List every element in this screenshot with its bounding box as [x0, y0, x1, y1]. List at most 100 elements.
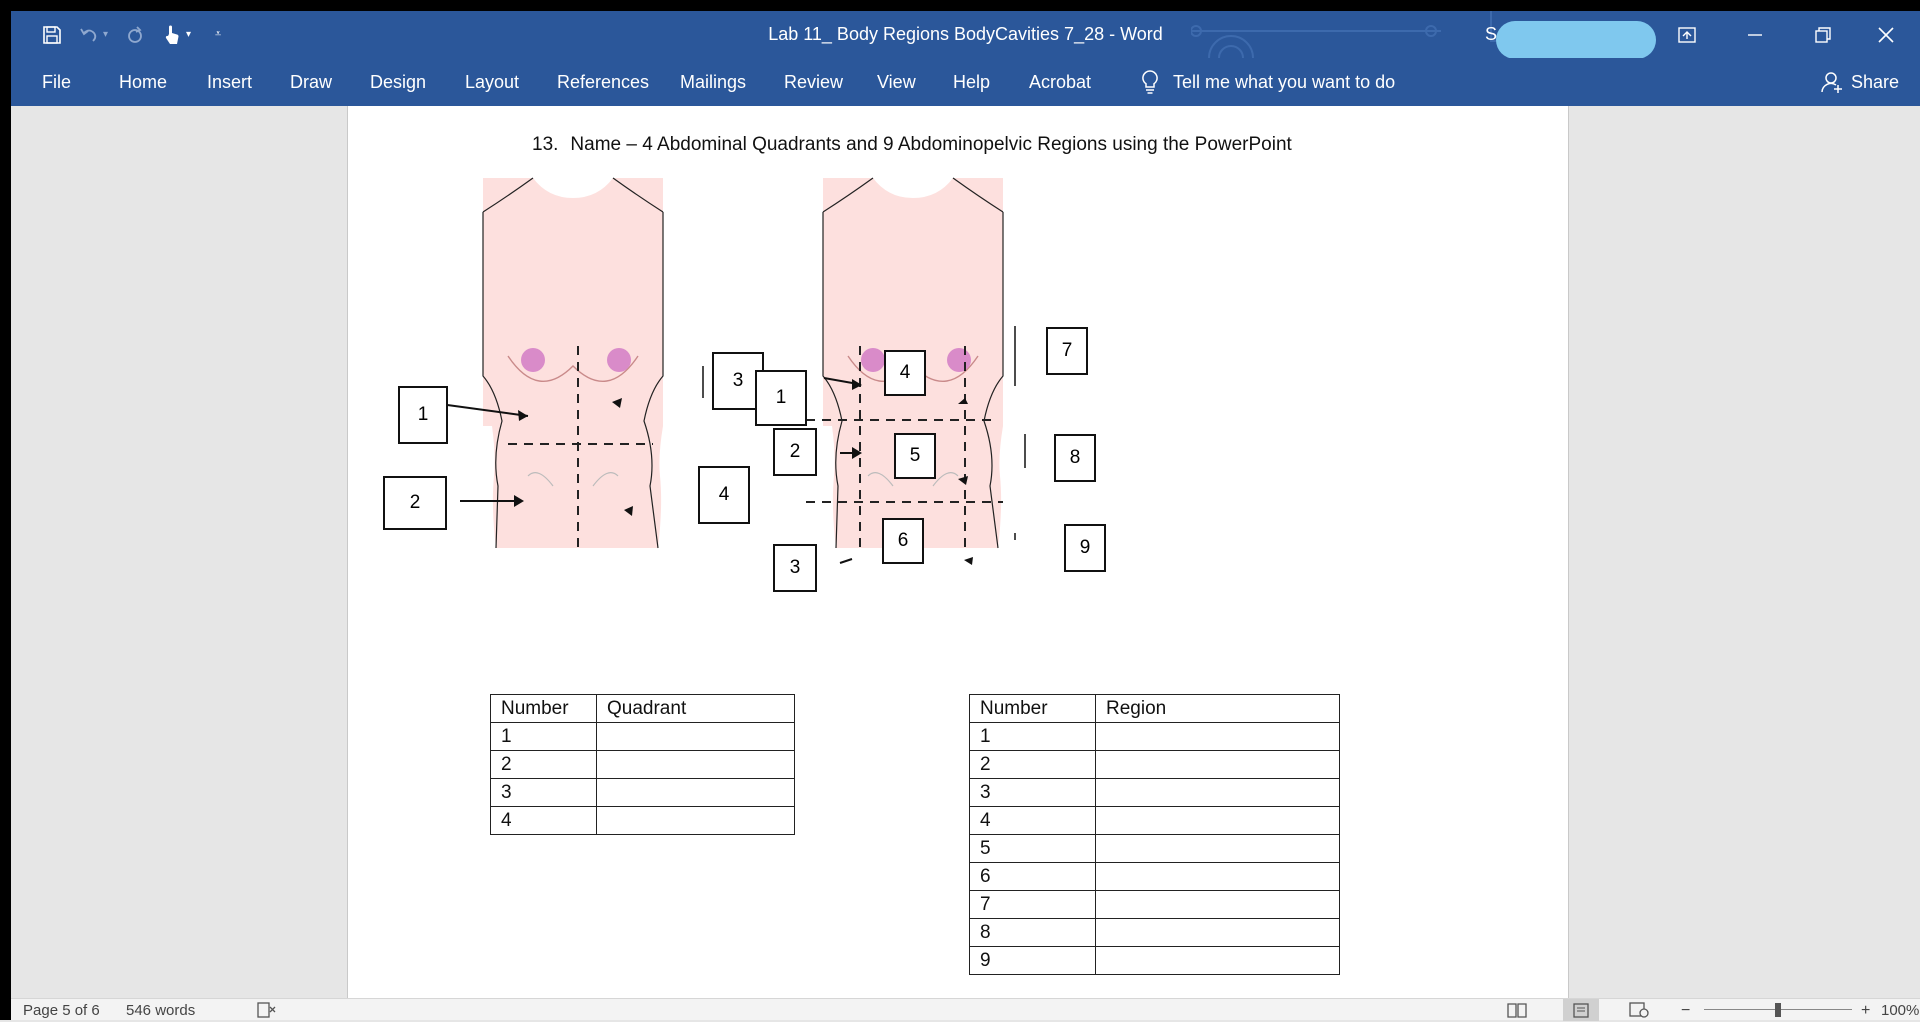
proofing-icon[interactable]	[257, 1002, 277, 1022]
table-cell-answer[interactable]	[1095, 918, 1340, 947]
tell-me-text: Tell me what you want to do	[1173, 71, 1396, 92]
table-cell-answer[interactable]	[596, 806, 795, 835]
table-row: 2	[969, 750, 1340, 779]
page-count[interactable]: Page 5 of 6	[23, 1002, 100, 1019]
close-button[interactable]	[1855, 11, 1917, 58]
account-avatar[interactable]	[1496, 21, 1656, 59]
zoom-out-button[interactable]: −	[1681, 1002, 1690, 1020]
customize-dropdown-icon: ⩡	[214, 28, 222, 40]
table-cell-number: 4	[969, 806, 1096, 835]
tab-mailings[interactable]: Mailings	[680, 58, 746, 106]
regions-diagram	[806, 177, 1026, 565]
table-cell-number: 5	[969, 834, 1096, 863]
table-cell-answer[interactable]	[1095, 778, 1340, 807]
table-cell-answer[interactable]	[1095, 806, 1340, 835]
table-row: 3	[969, 778, 1340, 807]
hand-pointer-icon	[165, 25, 179, 44]
tab-references[interactable]: References	[557, 58, 649, 106]
table-row: 3	[490, 778, 795, 807]
tab-draw[interactable]: Draw	[290, 58, 332, 106]
torso-quadrants	[482, 177, 664, 549]
zoom-level[interactable]: 100%	[1881, 1002, 1919, 1019]
undo-button[interactable]: ▾	[79, 20, 108, 50]
title-bar: ▾ ▾ ⩡ S Lab 11_ Body Regions BodyCavitie…	[11, 11, 1920, 59]
tab-view[interactable]: View	[877, 58, 916, 106]
zoom-slider-thumb[interactable]	[1775, 1003, 1781, 1017]
save-icon	[43, 25, 61, 44]
save-button[interactable]	[39, 20, 65, 50]
account-name[interactable]: S	[1485, 11, 1497, 58]
print-layout-icon	[1573, 1003, 1589, 1018]
table-row: 6	[969, 862, 1340, 891]
question-heading: 13. Name – 4 Abdominal Quadrants and 9 Ab…	[532, 134, 1292, 156]
screen-border-top	[0, 0, 1920, 11]
table-cell-answer[interactable]	[1095, 750, 1340, 779]
redo-icon	[128, 25, 142, 43]
region-label-5: 5	[894, 433, 936, 479]
document-page[interactable]: 13. Name – 4 Abdominal Quadrants and 9 Ab…	[347, 106, 1569, 998]
table-row: 4	[969, 806, 1340, 835]
share-label: Share	[1851, 71, 1900, 92]
web-layout-button[interactable]	[1629, 1002, 1649, 1022]
region-label-1: 1	[755, 370, 807, 426]
tab-insert[interactable]: Insert	[207, 58, 252, 106]
table-cell-answer[interactable]	[1095, 834, 1340, 863]
touch-mode-dropdown-icon[interactable]: ▾	[186, 29, 191, 40]
table-cell-answer[interactable]	[596, 722, 795, 751]
word-count[interactable]: 546 words	[126, 1002, 195, 1019]
web-layout-icon	[1629, 1002, 1649, 1018]
close-icon	[1878, 26, 1894, 43]
customize-toolbar-button[interactable]: ⩡	[205, 20, 231, 50]
tab-acrobat[interactable]: Acrobat	[1029, 58, 1091, 106]
proofing-glyph	[257, 1002, 276, 1018]
region-label-4: 4	[884, 350, 926, 396]
table-cell-answer[interactable]	[1095, 946, 1340, 975]
question-text: Name – 4 Abdominal Quadrants and 9 Abdom…	[570, 134, 1292, 155]
tab-home[interactable]: Home	[119, 58, 167, 106]
restore-button[interactable]	[1789, 11, 1857, 58]
tab-review[interactable]: Review	[784, 58, 843, 106]
share-button[interactable]: Share	[1821, 58, 1899, 106]
region-label-3: 3	[773, 544, 817, 592]
ribbon-display-icon	[1678, 26, 1696, 43]
quadrant-label-4: 4	[698, 466, 750, 524]
region-table: Number Region 1 2 3 4 5 6 7 8 9	[969, 694, 1340, 975]
redo-button[interactable]	[122, 20, 148, 50]
lightbulb-icon	[1142, 70, 1158, 94]
zoom-in-button[interactable]: +	[1861, 1002, 1870, 1020]
read-mode-icon	[1507, 1003, 1527, 1018]
table-header-number: Number	[490, 694, 597, 723]
undo-dropdown-icon[interactable]: ▾	[103, 29, 108, 40]
tab-layout[interactable]: Layout	[465, 58, 519, 106]
region-label-6: 6	[882, 518, 924, 564]
table-cell-answer[interactable]	[1095, 862, 1340, 891]
table-header-number: Number	[969, 694, 1096, 723]
table-header-row: Number Quadrant	[490, 694, 795, 723]
tab-help[interactable]: Help	[953, 58, 990, 106]
touch-mode-button[interactable]: ▾	[162, 20, 191, 50]
table-cell-answer[interactable]	[1095, 722, 1340, 751]
table-cell-number: 3	[969, 778, 1096, 807]
table-cell-number: 8	[969, 918, 1096, 947]
table-row: 8	[969, 918, 1340, 947]
abdominal-quadrants-figure: 1 2 3 4	[383, 176, 768, 566]
tell-me-search[interactable]: Tell me what you want to do	[1141, 58, 1395, 106]
tab-file[interactable]: File	[42, 58, 71, 106]
table-cell-answer[interactable]	[596, 778, 795, 807]
table-cell-answer[interactable]	[1095, 890, 1340, 919]
quadrant-label-1: 1	[398, 386, 448, 444]
screen-border-left	[0, 0, 11, 1020]
table-cell-number: 4	[490, 806, 597, 835]
tab-design[interactable]: Design	[370, 58, 426, 106]
table-cell-number: 1	[490, 722, 597, 751]
print-layout-button[interactable]	[1563, 999, 1599, 1021]
table-row: 1	[490, 722, 795, 751]
minimize-button[interactable]	[1721, 11, 1789, 58]
document-area[interactable]: 13. Name – 4 Abdominal Quadrants and 9 Ab…	[11, 106, 1920, 998]
ribbon-display-options-button[interactable]	[1653, 11, 1721, 58]
read-mode-button[interactable]	[1507, 1002, 1527, 1022]
table-cell-answer[interactable]	[596, 750, 795, 779]
undo-icon	[80, 28, 97, 42]
table-header-quadrant: Quadrant	[596, 694, 795, 723]
table-header-region: Region	[1095, 694, 1340, 723]
